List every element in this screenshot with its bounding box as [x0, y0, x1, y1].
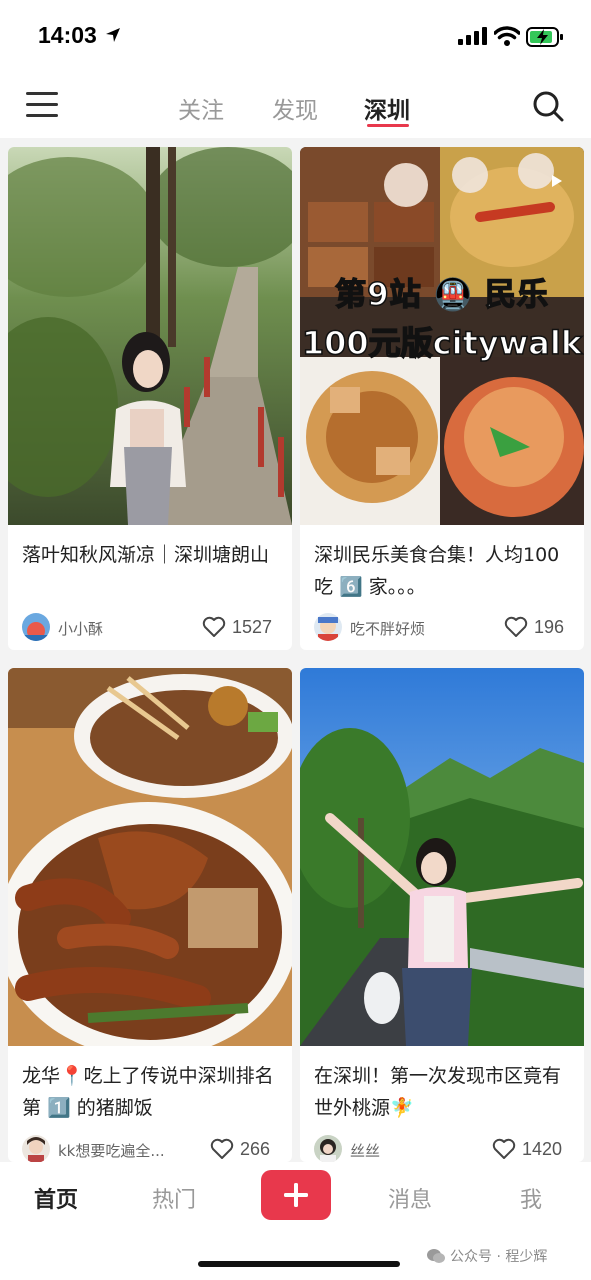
bottom-nav-home[interactable]: 首页 — [34, 1182, 78, 1214]
status-time: 14:03 — [38, 22, 97, 48]
status-bar: 14:03 — [0, 0, 591, 74]
cover-text-line: 100元版citywalk — [301, 323, 583, 363]
note-title: 落叶知秋风渐凉｜深圳塘朗山 — [22, 544, 270, 566]
menu-icon[interactable] — [26, 92, 58, 120]
top-nav: 关注 发现 深圳 — [0, 74, 591, 138]
heart-icon[interactable] — [210, 1138, 234, 1160]
plus-icon — [284, 1183, 308, 1207]
avatar[interactable] — [22, 613, 50, 641]
avatar[interactable] — [314, 1135, 342, 1162]
watermark: 公众号 · 程少辉 — [450, 1249, 548, 1265]
note-title: 龙华📍吃上了传说中深圳排名第 1️⃣ 的猪脚饭 — [22, 1065, 274, 1119]
note-card[interactable]: 在深圳！第一次发现市区竟有世外桃源🧚 丝丝 1420 — [300, 668, 584, 1162]
cover-overlay-text: 第9站 🚇 民乐 100元版citywalk — [300, 269, 584, 364]
cover-text-line: 第9站 🚇 民乐 — [334, 276, 549, 314]
note-cover-image — [300, 668, 584, 1046]
note-card[interactable]: 落叶知秋风渐凉｜深圳塘朗山 小小酥 1527 — [8, 147, 292, 650]
note-author[interactable]: 吃不胖好烦 — [350, 618, 425, 639]
home-indicator — [198, 1261, 400, 1267]
bottom-nav: 首页 热门 消息 我 公众号 · 程少辉 — [0, 1162, 591, 1280]
wechat-icon — [427, 1249, 445, 1263]
note-card[interactable]: 第9站 🚇 民乐 100元版citywalk 深圳民乐美食合集！人均100吃 6… — [300, 147, 584, 650]
like-count: 196 — [534, 617, 565, 637]
battery-charging-icon — [526, 27, 563, 47]
note-author[interactable]: 丝丝 — [350, 1140, 380, 1161]
search-icon[interactable] — [532, 90, 564, 122]
location-arrow-icon — [106, 28, 120, 42]
avatar[interactable] — [22, 1135, 50, 1162]
cellular-signal-icon — [458, 27, 487, 45]
heart-icon[interactable] — [202, 616, 226, 638]
bottom-nav-me[interactable]: 我 — [520, 1182, 542, 1214]
tab-following[interactable]: 关注 — [178, 91, 224, 125]
heart-icon[interactable] — [492, 1138, 516, 1160]
heart-icon[interactable] — [504, 616, 528, 638]
note-title: 在深圳！第一次发现市区竟有世外桃源🧚 — [314, 1065, 562, 1119]
like-count: 1420 — [522, 1139, 563, 1159]
note-title: 深圳民乐美食合集！人均100吃 6️⃣ 家。。。 — [314, 544, 560, 598]
bottom-nav-messages[interactable]: 消息 — [388, 1182, 432, 1214]
note-card[interactable]: 龙华📍吃上了传说中深圳排名第 1️⃣ 的猪脚饭 kk想要吃遍全... 266 — [8, 668, 292, 1162]
like-count: 266 — [240, 1139, 271, 1159]
note-cover-image — [8, 147, 292, 525]
bottom-nav-hot[interactable]: 热门 — [152, 1182, 196, 1214]
tab-discover[interactable]: 发现 — [272, 91, 318, 125]
tab-shenzhen[interactable]: 深圳 — [364, 91, 410, 125]
like-count: 1527 — [232, 617, 273, 637]
avatar[interactable] — [314, 613, 342, 641]
note-author[interactable]: 小小酥 — [58, 618, 103, 639]
active-tab-indicator — [367, 124, 409, 127]
post-button[interactable] — [261, 1170, 331, 1220]
wifi-icon — [494, 26, 520, 46]
note-author[interactable]: kk想要吃遍全... — [58, 1140, 165, 1161]
note-cover-image — [8, 668, 292, 1046]
